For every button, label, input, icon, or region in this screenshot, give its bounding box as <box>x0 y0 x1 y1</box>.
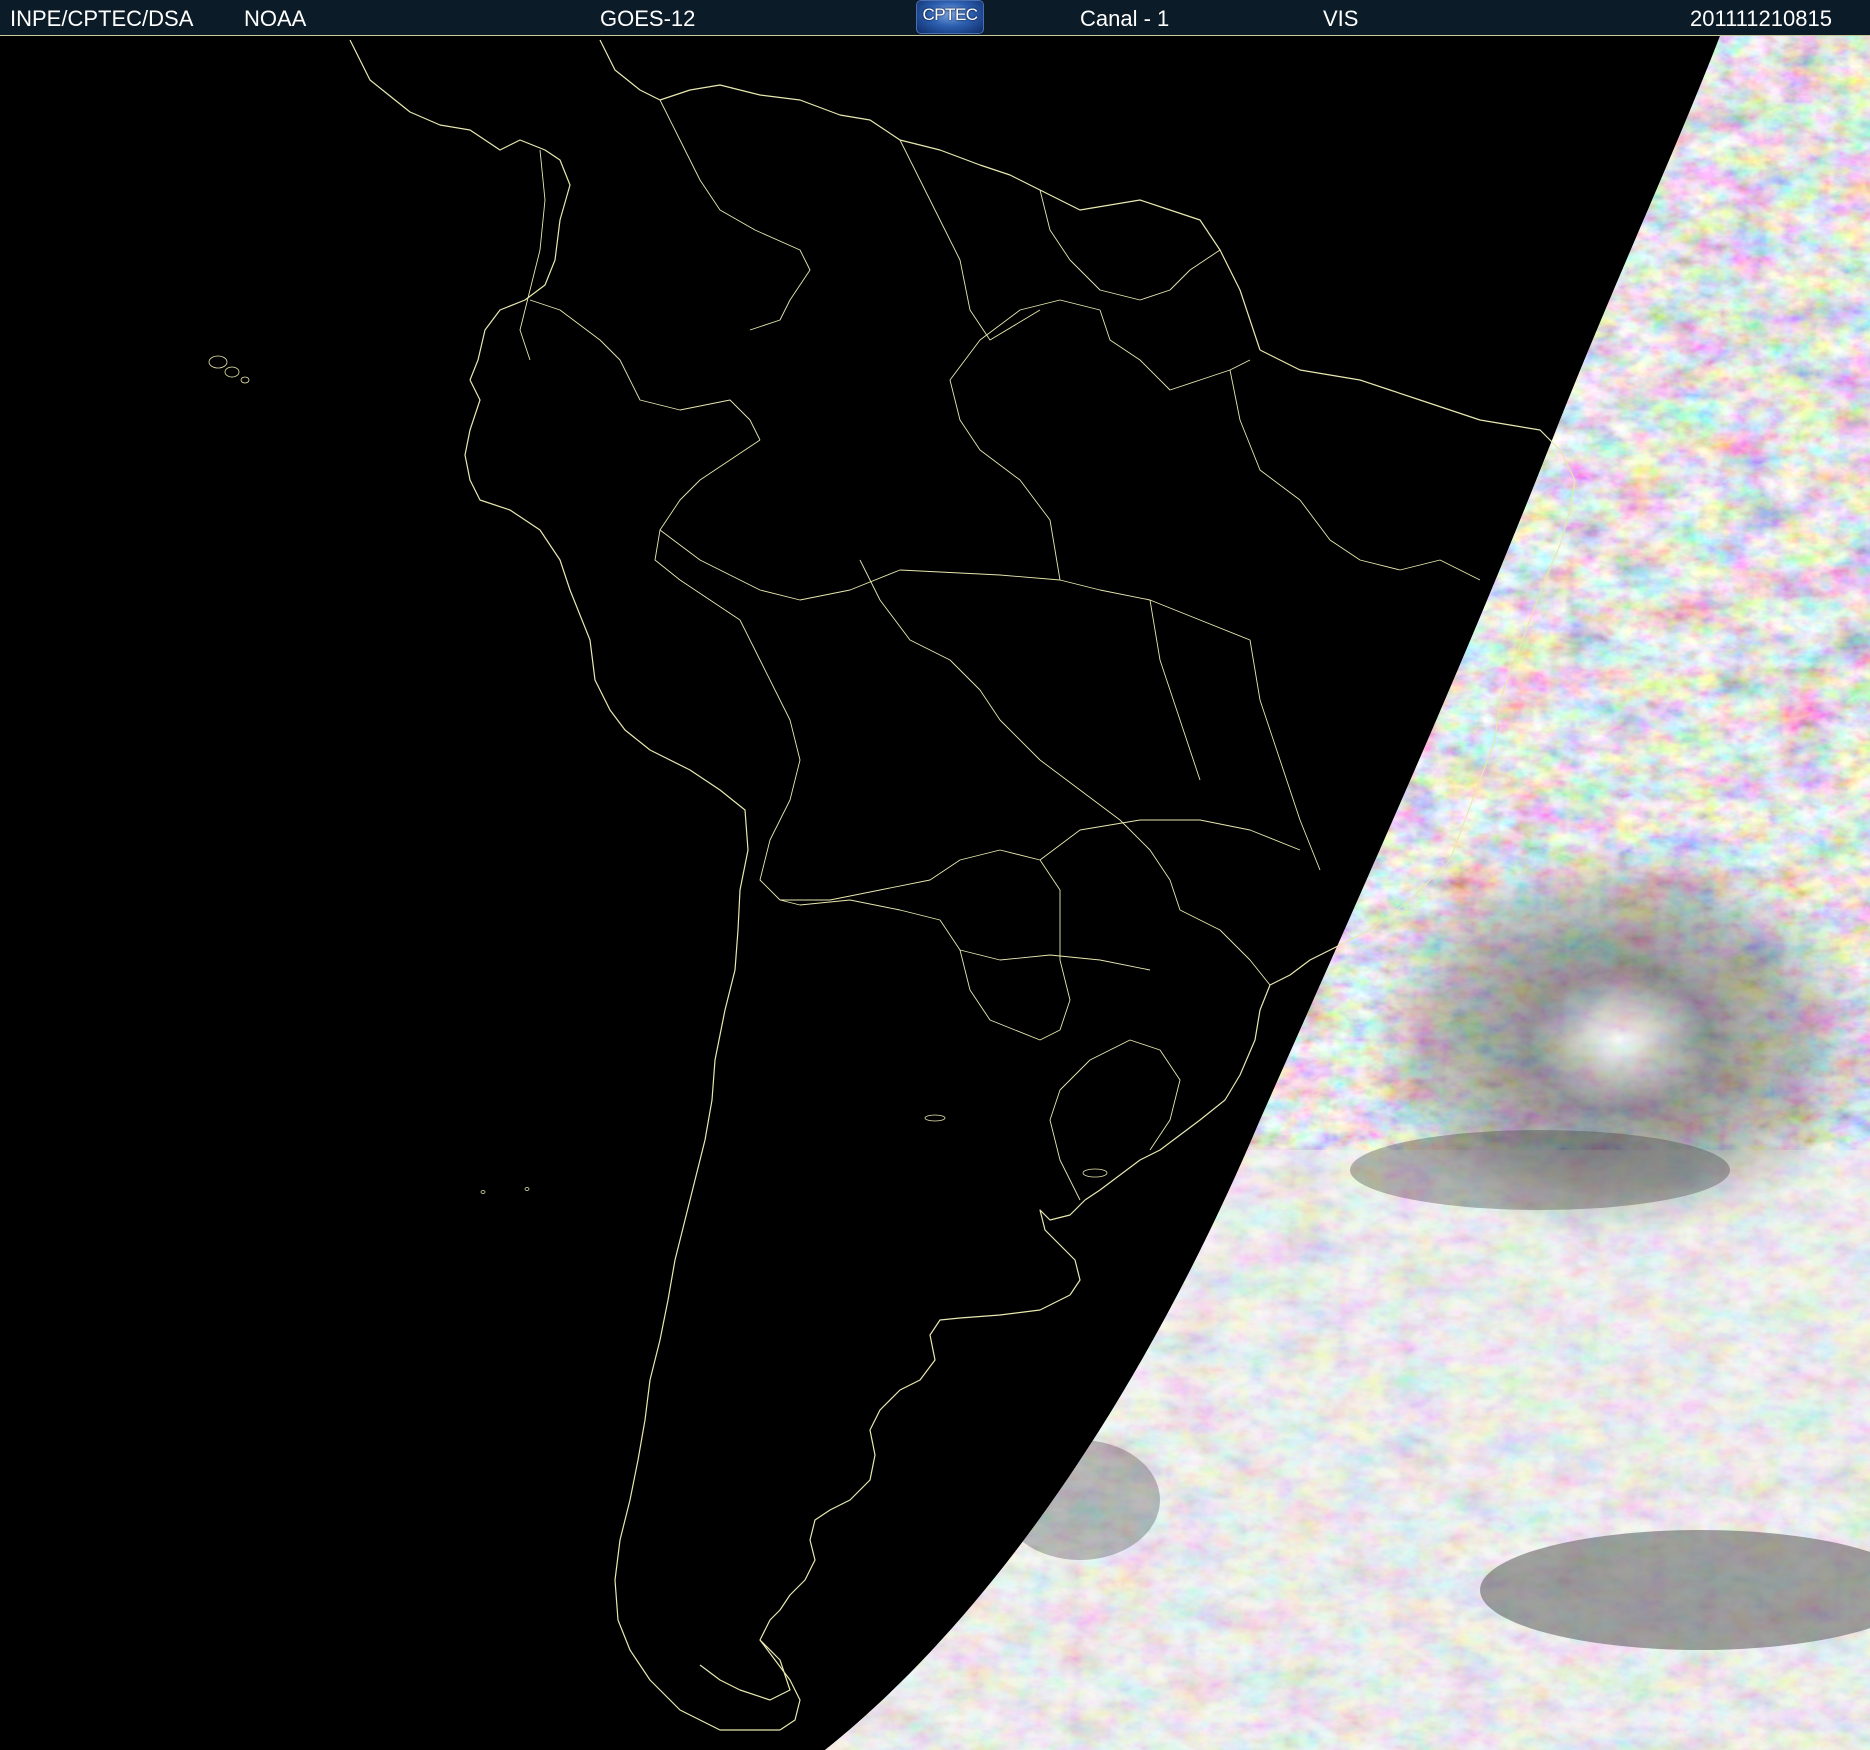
timestamp-label: 201111210815 <box>1690 6 1832 31</box>
band-label: VIS <box>1323 6 1359 31</box>
satellite-image <box>0 36 1870 1750</box>
logo-text: CPTEC <box>922 5 978 24</box>
cptec-logo: CPTEC <box>916 0 984 34</box>
channel-label: Canal - 1 <box>1080 6 1170 31</box>
agency-label: NOAA <box>244 6 307 31</box>
satellite-label: GOES-12 <box>600 6 696 31</box>
header-bar: INPE/CPTEC/DSA NOAA GOES-12 CPTEC Canal … <box>0 0 1870 36</box>
institution-label: INPE/CPTEC/DSA <box>10 6 194 31</box>
